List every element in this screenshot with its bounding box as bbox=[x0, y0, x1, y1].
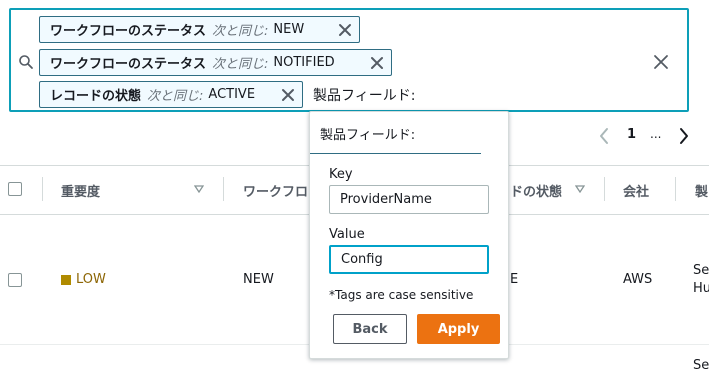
column-divider bbox=[675, 177, 676, 201]
product-cell-line1: Se bbox=[693, 263, 709, 278]
apply-button[interactable]: Apply bbox=[417, 314, 500, 344]
workflow-cell: NEW bbox=[243, 272, 274, 287]
sort-caret-icon[interactable] bbox=[575, 185, 585, 193]
previous-page-icon[interactable] bbox=[596, 124, 612, 148]
column-divider bbox=[604, 177, 605, 201]
column-header-workflow[interactable]: ワークフロ bbox=[243, 181, 308, 200]
severity-cell: LOW bbox=[76, 272, 106, 287]
page-number-button[interactable]: 1 bbox=[627, 127, 636, 151]
record-state-cell: E bbox=[510, 272, 519, 287]
sort-caret-icon[interactable] bbox=[194, 185, 204, 193]
page-ellipsis: ... bbox=[650, 127, 662, 141]
value-input[interactable] bbox=[329, 245, 489, 274]
remove-token-icon[interactable] bbox=[280, 87, 296, 103]
column-header-severity[interactable]: 重要度 bbox=[61, 181, 100, 200]
column-divider bbox=[42, 177, 43, 201]
column-header-company[interactable]: 会社 bbox=[623, 181, 649, 200]
token-value: NEW bbox=[273, 22, 305, 37]
token-value: NOTIFIED bbox=[273, 55, 335, 70]
column-header-product[interactable]: 製 bbox=[695, 181, 708, 200]
case-sensitive-note: *Tags are case sensitive bbox=[329, 288, 474, 302]
select-all-checkbox[interactable] bbox=[8, 182, 22, 196]
column-header-record-state[interactable]: ドの状態 bbox=[510, 181, 562, 200]
filter-bar[interactable]: ワークフローのステータス 次と同じ: NEW ワークフローのステータス 次と同じ… bbox=[9, 8, 689, 112]
row-select-checkbox[interactable] bbox=[8, 273, 22, 287]
severity-low-indicator bbox=[61, 275, 71, 285]
value-label: Value bbox=[329, 227, 365, 242]
product-cell-next-row: Se bbox=[693, 358, 709, 369]
filter-property-input-text[interactable]: 製品フィールド: bbox=[313, 85, 415, 105]
token-key: ワークフローのステータス bbox=[50, 57, 207, 72]
company-cell: AWS bbox=[623, 272, 653, 287]
filter-token-record-active[interactable]: レコードの状態 次と同じ: ACTIVE bbox=[39, 81, 303, 108]
product-cell-line2: Hu bbox=[693, 281, 709, 296]
clear-filters-icon[interactable] bbox=[653, 54, 669, 70]
next-page-icon[interactable] bbox=[676, 124, 692, 148]
popover-title: 製品フィールド: bbox=[320, 128, 416, 143]
column-divider bbox=[223, 177, 224, 201]
token-value: ACTIVE bbox=[208, 87, 256, 102]
property-value-popover: 製品フィールド: Key Value *Tags are case sensit… bbox=[309, 111, 509, 359]
token-operator: 次と同じ: bbox=[212, 24, 269, 39]
key-label: Key bbox=[329, 167, 353, 182]
remove-token-icon[interactable] bbox=[369, 55, 385, 71]
back-button[interactable]: Back bbox=[333, 314, 407, 344]
token-operator: 次と同じ: bbox=[212, 57, 269, 72]
token-operator: 次と同じ: bbox=[147, 89, 204, 104]
token-key: レコードの状態 bbox=[50, 89, 142, 104]
filter-token-workflow-notified[interactable]: ワークフローのステータス 次と同じ: NOTIFIED bbox=[39, 49, 392, 76]
popover-divider bbox=[310, 153, 481, 154]
key-input[interactable] bbox=[329, 185, 489, 214]
search-icon bbox=[19, 55, 33, 69]
token-key: ワークフローのステータス bbox=[50, 24, 207, 39]
remove-token-icon[interactable] bbox=[337, 22, 353, 38]
filter-token-workflow-new[interactable]: ワークフローのステータス 次と同じ: NEW bbox=[39, 16, 360, 43]
